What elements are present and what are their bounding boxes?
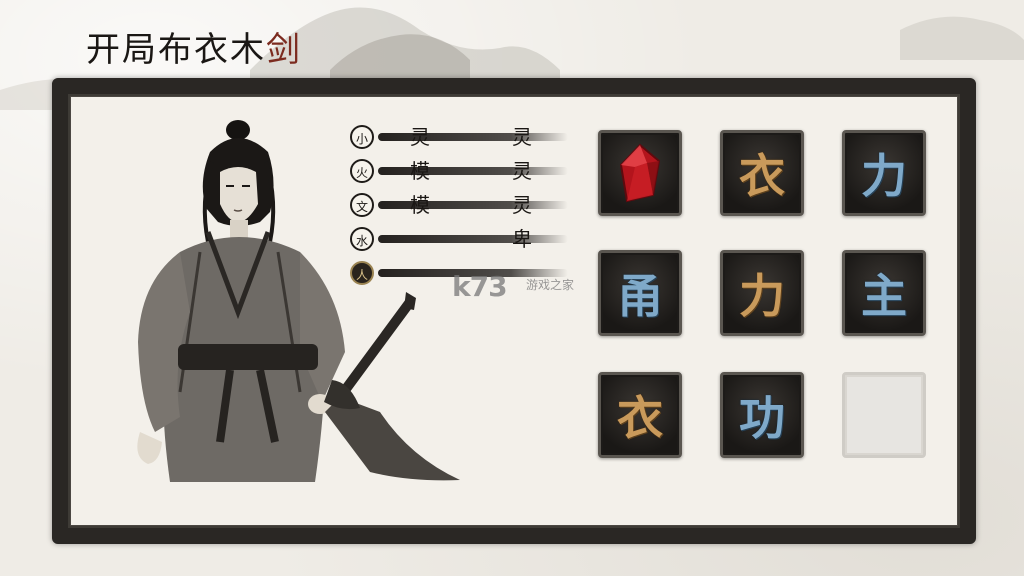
tile-char[interactable]: 功 (720, 372, 804, 458)
stat-left-text: 模 (410, 193, 430, 217)
red-gem-icon (619, 143, 661, 203)
watermark-logo: k73 (452, 270, 508, 303)
element-icon: 文 (350, 193, 374, 217)
element-icon: 水 (350, 227, 374, 251)
tile-empty-slot[interactable] (842, 372, 926, 458)
site-watermark: k73 游戏之家 (452, 270, 574, 303)
title-accent-char: 剑 (266, 30, 302, 70)
stat-left-text: 模 (410, 159, 430, 183)
tile-char[interactable]: 衣 (598, 372, 682, 458)
tile-char[interactable]: 力 (842, 130, 926, 216)
watermark-subtext: 游戏之家 (526, 278, 575, 292)
tile-char[interactable]: 甬 (598, 250, 682, 336)
tile-gem[interactable] (598, 130, 682, 216)
ink-stroke-bar (378, 133, 568, 141)
stat-right-text: 灵 (512, 125, 532, 149)
tile-char[interactable]: 主 (842, 250, 926, 336)
ink-stroke-bar (378, 167, 568, 175)
game-title: 开局布衣木剑 (86, 22, 302, 71)
stat-row[interactable]: 小 灵 灵 (350, 122, 580, 152)
ink-stroke-bar (378, 201, 568, 209)
character-tile-grid: 衣 力 甬 力 主 衣 功 (598, 130, 928, 462)
tile-char[interactable]: 力 (720, 250, 804, 336)
stat-row[interactable]: 水 卑 (350, 224, 580, 254)
stat-left-text: 灵 (410, 125, 430, 149)
element-icon: 小 (350, 125, 374, 149)
stat-row[interactable]: 火 模 灵 (350, 156, 580, 186)
element-icon: 人 (350, 261, 374, 285)
tile-char[interactable]: 衣 (720, 130, 804, 216)
stat-right-text: 卑 (512, 227, 532, 251)
stat-right-text: 灵 (512, 159, 532, 183)
element-icon: 火 (350, 159, 374, 183)
stat-row[interactable]: 文 模 灵 (350, 190, 580, 220)
title-main-text: 开局布衣木 (86, 30, 266, 70)
stat-right-text: 灵 (512, 193, 532, 217)
ink-stroke-bar (378, 235, 568, 243)
